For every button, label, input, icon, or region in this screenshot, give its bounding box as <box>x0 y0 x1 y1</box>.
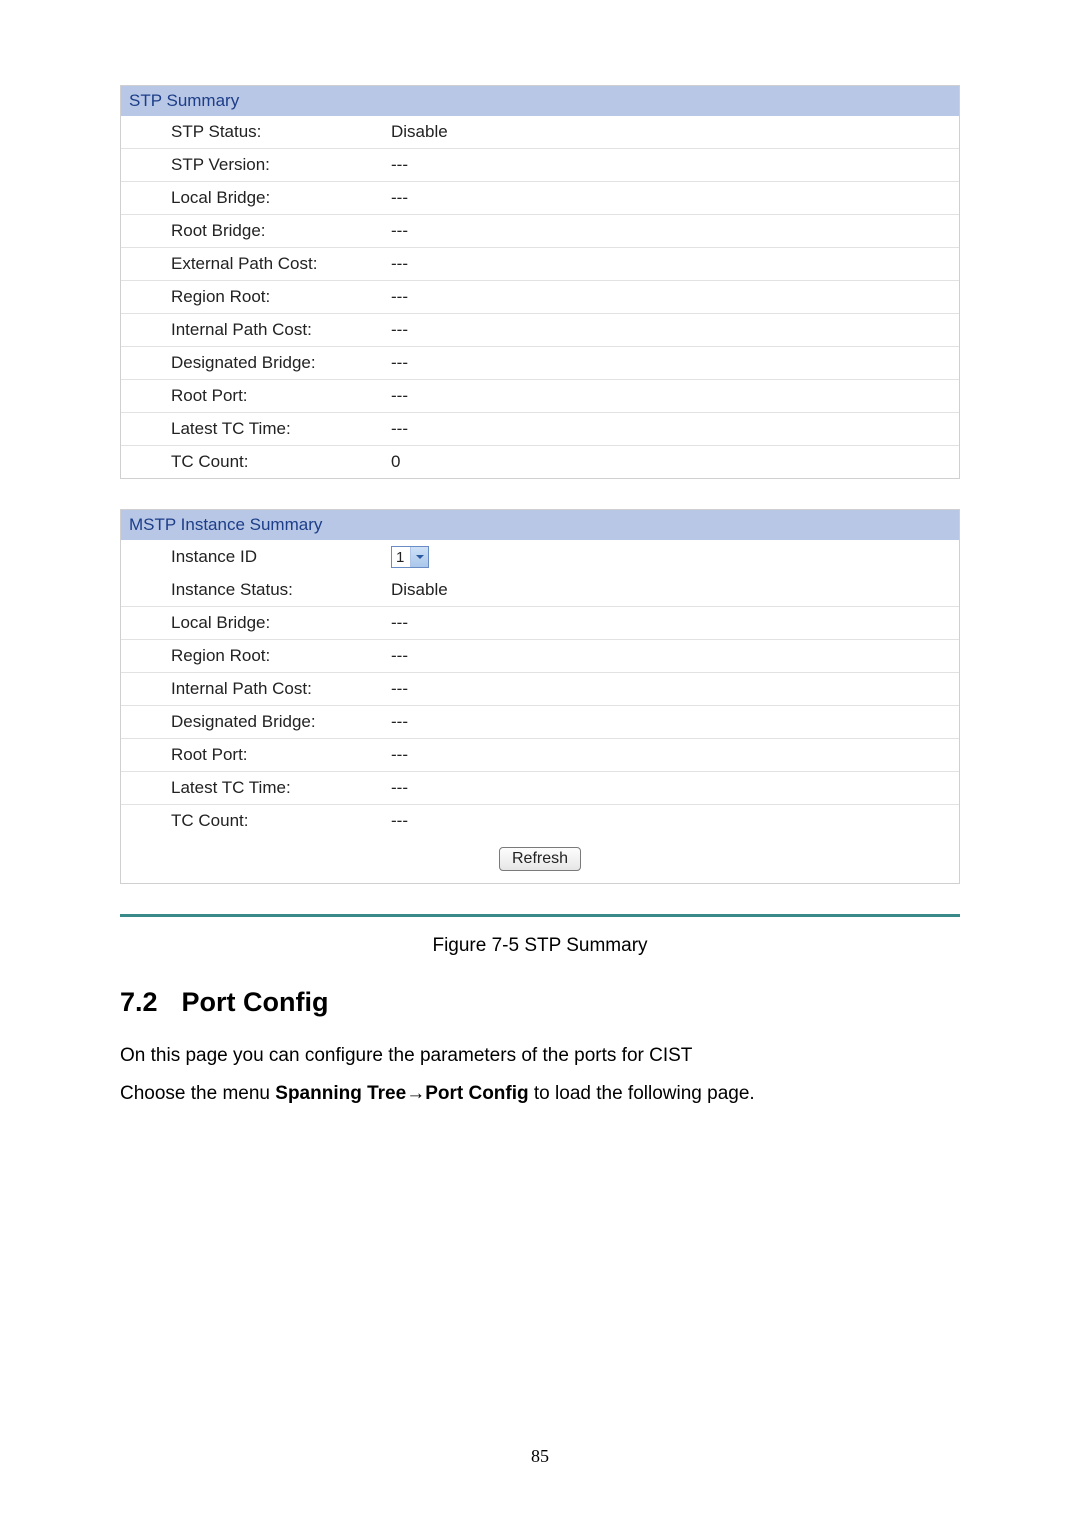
body-paragraph-2: Choose the menu Spanning Tree→Port Confi… <box>120 1078 960 1110</box>
mstp-instance-id-row: Instance ID 1 <box>121 540 959 574</box>
mstp-row-value: --- <box>391 772 408 804</box>
body2-bold2: Port Config <box>425 1083 528 1104</box>
stp-row: Local Bridge:--- <box>121 181 959 214</box>
body-paragraph-1: On this page you can configure the param… <box>120 1040 960 1072</box>
stp-summary-header: STP Summary <box>121 86 959 116</box>
section-number: 7.2 <box>120 987 158 1018</box>
mstp-row-label: Latest TC Time: <box>121 772 391 804</box>
stp-row-label: TC Count: <box>121 446 391 478</box>
stp-row-value: --- <box>391 149 408 181</box>
stp-row-label: Root Bridge: <box>121 215 391 247</box>
stp-row-label: Internal Path Cost: <box>121 314 391 346</box>
stp-row-label: Designated Bridge: <box>121 347 391 379</box>
mstp-row-value: --- <box>391 607 408 639</box>
body2-arrow: → <box>406 1083 425 1104</box>
mstp-row: Region Root:--- <box>121 639 959 672</box>
stp-row: Designated Bridge:--- <box>121 346 959 379</box>
refresh-row: Refresh <box>121 837 959 883</box>
stp-row: Root Bridge:--- <box>121 214 959 247</box>
mstp-instance-id-label: Instance ID <box>121 541 391 573</box>
stp-row: Internal Path Cost:--- <box>121 313 959 346</box>
page-number: 85 <box>0 1446 1080 1467</box>
stp-row: STP Version:--- <box>121 148 959 181</box>
mstp-row: Designated Bridge:--- <box>121 705 959 738</box>
mstp-row-label: TC Count: <box>121 805 391 837</box>
stp-row-value: --- <box>391 347 408 379</box>
mstp-row-value: --- <box>391 706 408 738</box>
mstp-row: Latest TC Time:--- <box>121 771 959 804</box>
refresh-button[interactable]: Refresh <box>499 847 581 871</box>
stp-row: STP Status:Disable <box>121 116 959 148</box>
stp-row: Root Port:--- <box>121 379 959 412</box>
mstp-row-label: Designated Bridge: <box>121 706 391 738</box>
mstp-row-label: Local Bridge: <box>121 607 391 639</box>
mstp-row-value: --- <box>391 640 408 672</box>
stp-row-label: Latest TC Time: <box>121 413 391 445</box>
section-heading: 7.2 Port Config <box>120 987 960 1018</box>
stp-row-value: --- <box>391 413 408 445</box>
body2-post: to load the following page. <box>529 1083 755 1104</box>
figure-caption: Figure 7-5 STP Summary <box>120 935 960 957</box>
stp-row-value: 0 <box>391 446 400 478</box>
stp-summary-rows: STP Status:DisableSTP Version:---Local B… <box>121 116 959 478</box>
section-title: Port Config <box>182 987 329 1018</box>
mstp-row-value: --- <box>391 673 408 705</box>
stp-row-label: Root Port: <box>121 380 391 412</box>
stp-row-label: STP Version: <box>121 149 391 181</box>
stp-row: External Path Cost:--- <box>121 247 959 280</box>
mstp-row: Local Bridge:--- <box>121 606 959 639</box>
mstp-summary-body: Instance ID 1 Instance Status:DisableLoc… <box>121 540 959 837</box>
stp-summary-panel: STP Summary STP Status:DisableSTP Versio… <box>120 85 960 479</box>
mstp-summary-panel: MSTP Instance Summary Instance ID 1 Inst… <box>120 509 960 884</box>
mstp-row-value: --- <box>391 739 408 771</box>
stp-row-value: --- <box>391 281 408 313</box>
mstp-row-value: --- <box>391 805 408 837</box>
stp-row-label: Local Bridge: <box>121 182 391 214</box>
stp-row-value: --- <box>391 314 408 346</box>
stp-row-value: --- <box>391 248 408 280</box>
mstp-row: Root Port:--- <box>121 738 959 771</box>
body2-pre: Choose the menu <box>120 1083 275 1104</box>
chevron-down-icon <box>410 547 428 567</box>
mstp-summary-header: MSTP Instance Summary <box>121 510 959 540</box>
instance-id-select-value: 1 <box>392 549 410 566</box>
stp-row: Latest TC Time:--- <box>121 412 959 445</box>
section-divider <box>120 914 960 917</box>
stp-row-value: --- <box>391 182 408 214</box>
mstp-row-value: Disable <box>391 574 448 606</box>
stp-row-value: --- <box>391 380 408 412</box>
mstp-instance-id-value: 1 <box>391 540 429 574</box>
body2-bold1: Spanning Tree <box>275 1083 406 1104</box>
mstp-row-label: Internal Path Cost: <box>121 673 391 705</box>
stp-row-value: --- <box>391 215 408 247</box>
stp-row-label: STP Status: <box>121 116 391 148</box>
stp-row-label: External Path Cost: <box>121 248 391 280</box>
mstp-row-label: Region Root: <box>121 640 391 672</box>
mstp-row: Internal Path Cost:--- <box>121 672 959 705</box>
stp-row-value: Disable <box>391 116 448 148</box>
mstp-row: Instance Status:Disable <box>121 574 959 606</box>
mstp-row: TC Count:--- <box>121 804 959 837</box>
mstp-row-label: Root Port: <box>121 739 391 771</box>
stp-row-label: Region Root: <box>121 281 391 313</box>
stp-row: Region Root:--- <box>121 280 959 313</box>
instance-id-select[interactable]: 1 <box>391 546 429 568</box>
stp-row: TC Count:0 <box>121 445 959 478</box>
mstp-row-label: Instance Status: <box>121 574 391 606</box>
